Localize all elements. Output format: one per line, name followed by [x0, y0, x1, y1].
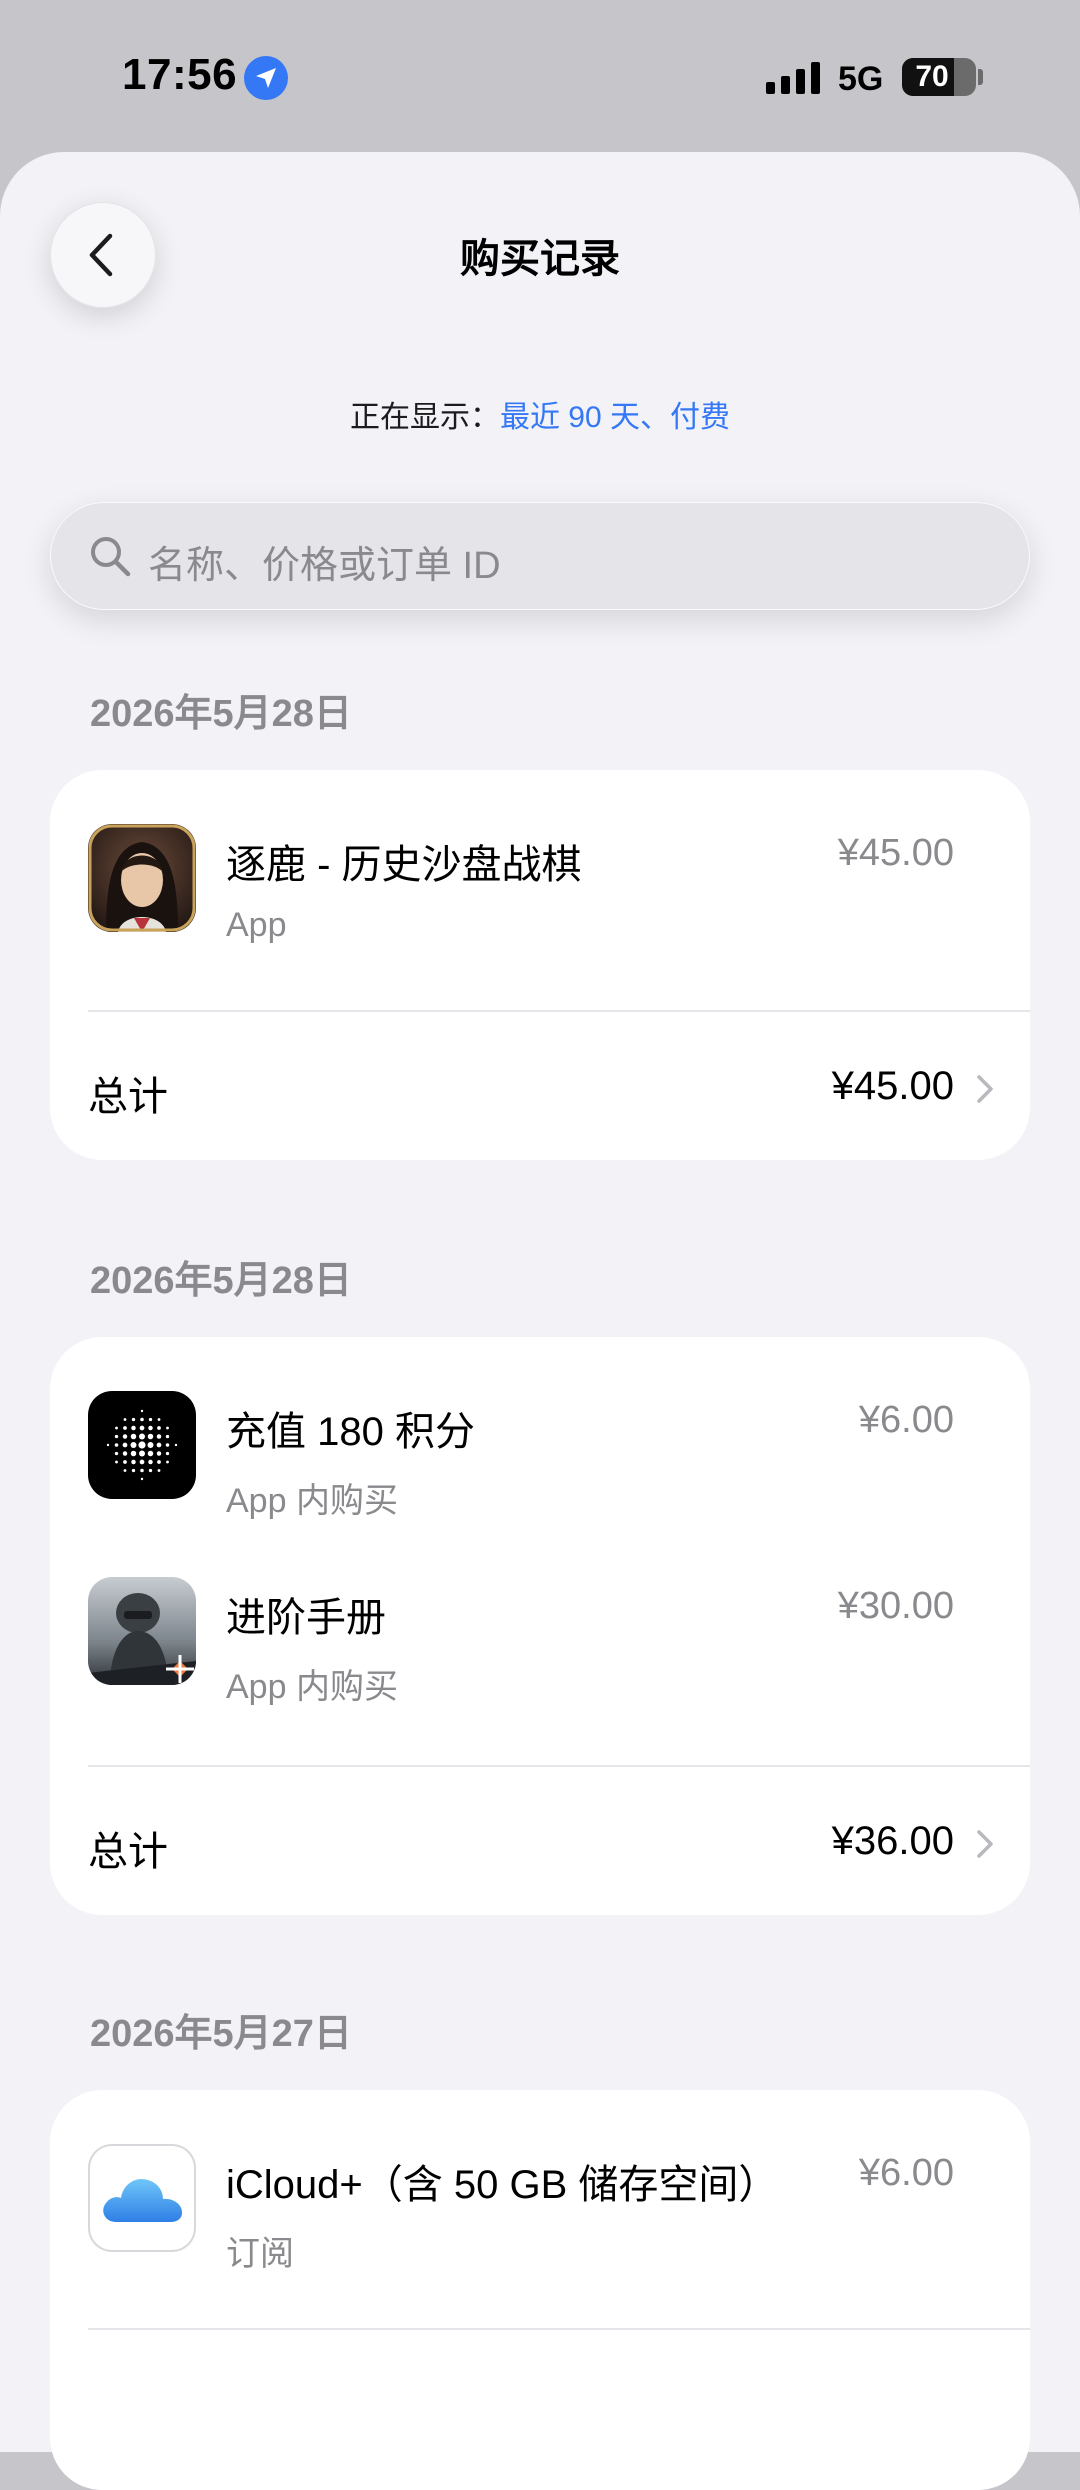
chevron-right-icon — [977, 1830, 993, 1858]
purchase-item[interactable]: 逐鹿 - 历史沙盘战棋 App ¥45.00 — [50, 824, 1030, 984]
item-price: ¥6.00 — [858, 1399, 954, 1441]
dotted-sphere-app-icon — [88, 1391, 196, 1499]
item-name: 充值 180 积分 — [226, 1410, 475, 1454]
divider — [88, 2328, 1030, 2330]
icloud-icon — [88, 2144, 196, 2252]
filter-value-link[interactable]: 最近 90 天、付费 — [500, 401, 730, 434]
cellular-signal-icon — [766, 62, 820, 94]
item-name: 进阶手册 — [226, 1596, 386, 1640]
purchase-item[interactable]: 进阶手册 App 内购买 ¥30.00 — [50, 1577, 1030, 1737]
location-arrow-icon — [244, 56, 288, 100]
battery-icon: 70 — [902, 58, 976, 96]
item-name: iCloud+（含 50 GB 储存空间） — [226, 2163, 779, 2207]
total-price: ¥36.00 — [831, 1819, 954, 1863]
search-icon — [91, 537, 131, 577]
battery-tip — [978, 69, 983, 85]
total-row[interactable]: 总计 ¥36.00 — [50, 1767, 1030, 1915]
search-placeholder: 名称、价格或订单 ID — [148, 545, 501, 587]
purchase-card: iCloud+（含 50 GB 储存空间） 订阅 ¥6.00 — [50, 2090, 1030, 2490]
item-price: ¥45.00 — [837, 832, 954, 874]
search-field[interactable]: 名称、价格或订单 ID — [50, 502, 1030, 610]
status-bar: 17:56 5G 70 — [0, 0, 1080, 150]
soldier-game-icon — [88, 1577, 196, 1685]
item-type: 订阅 — [226, 2235, 294, 2273]
battery-percent: 70 — [915, 60, 949, 93]
total-label: 总计 — [88, 1075, 168, 1119]
purchase-item[interactable]: 充值 180 积分 App 内购买 ¥6.00 — [50, 1391, 1030, 1551]
purchase-history-sheet: 购买记录 正在显示：最近 90 天、付费 名称、价格或订单 ID 2026年5月… — [0, 152, 1080, 2490]
item-type: App — [226, 906, 287, 944]
total-label: 总计 — [88, 1830, 168, 1874]
group-date: 2026年5月28日 — [90, 693, 352, 735]
total-price: ¥45.00 — [831, 1064, 954, 1108]
portrait-game-icon — [88, 824, 196, 932]
item-type: App 内购买 — [226, 1668, 398, 1706]
page-title: 购买记录 — [460, 237, 620, 281]
purchase-item[interactable]: iCloud+（含 50 GB 储存空间） 订阅 ¥6.00 — [50, 2144, 1030, 2304]
item-price: ¥6.00 — [858, 2152, 954, 2194]
group-date: 2026年5月27日 — [90, 2013, 352, 2055]
item-price: ¥30.00 — [837, 1585, 954, 1627]
chevron-right-icon — [977, 1075, 993, 1103]
purchase-card: 逐鹿 - 历史沙盘战棋 App ¥45.00 总计 ¥45.00 — [50, 770, 1030, 1160]
item-name: 逐鹿 - 历史沙盘战棋 — [226, 843, 582, 887]
group-date: 2026年5月28日 — [90, 1260, 352, 1302]
status-time: 17:56 — [122, 50, 238, 99]
total-row[interactable]: 总计 ¥45.00 — [50, 1012, 1030, 1160]
network-type: 5G — [838, 60, 884, 98]
filter-summary: 正在显示：最近 90 天、付费 — [0, 392, 1080, 436]
filter-label: 正在显示： — [349, 401, 500, 434]
purchase-card: 充值 180 积分 App 内购买 ¥6.00 进阶手册 App 内购买 ¥30… — [50, 1337, 1030, 1915]
item-type: App 内购买 — [226, 1482, 398, 1520]
